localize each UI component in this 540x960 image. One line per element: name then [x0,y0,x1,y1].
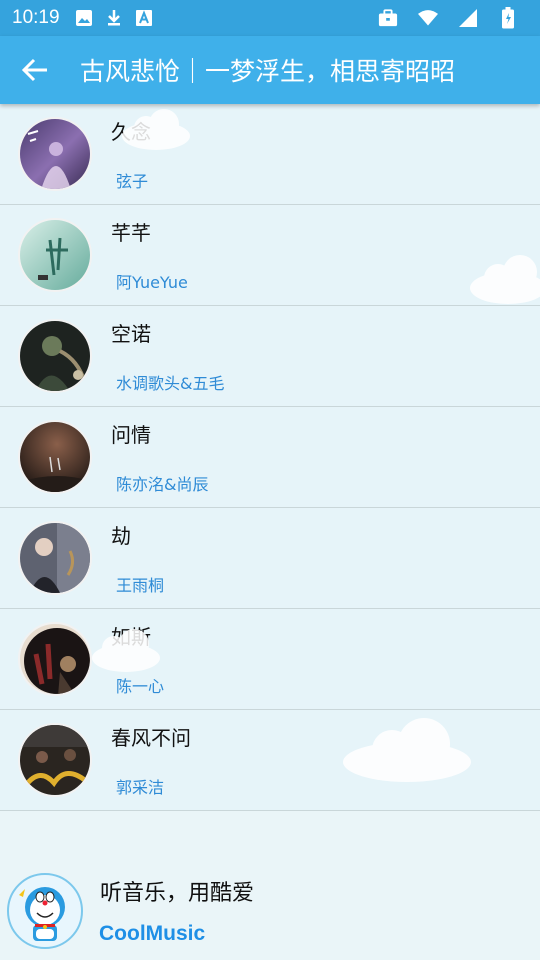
song-title: 如斯 [111,625,151,649]
signal-icon [458,8,478,28]
album-cover [18,117,92,191]
download-icon [104,8,124,28]
page-title: 古风悲怆｜一梦浮生，相思寄昭昭 [80,57,456,86]
footer-slogan: 听音乐，用酷爱 [100,881,255,906]
song-list: 久念 弦子 芊芊 阿YueYue 空诺 水调歌头&五毛 问情 陈亦洺&尚辰 劫 … [0,104,540,811]
text-app-icon [134,8,154,28]
doraemon-logo-icon [7,873,83,949]
song-title: 劫 [111,524,131,548]
song-row-7[interactable]: 春风不问 郭采洁 [0,710,540,811]
brand-name: CoolMusic [99,922,206,945]
song-artist: 阿YueYue [116,273,188,292]
song-artist: 王雨桐 [116,576,165,595]
song-row-5[interactable]: 劫 王雨桐 [0,508,540,609]
album-cover [18,521,92,595]
song-artist: 郭采洁 [116,778,165,797]
arrow-left-icon [21,58,47,82]
song-row-4[interactable]: 问情 陈亦洺&尚辰 [0,407,540,508]
album-cover [18,622,92,696]
song-title: 久念 [111,120,151,144]
song-artist: 陈亦洺&尚辰 [116,475,209,494]
song-row-1[interactable]: 久念 弦子 [0,104,540,205]
album-cover [18,218,92,292]
album-cover [18,723,92,797]
song-row-6[interactable]: 如斯 陈一心 [0,609,540,710]
song-title: 问情 [111,423,151,447]
briefcase-icon [378,8,398,28]
song-title: 春风不问 [111,726,191,750]
song-title: 空诺 [111,322,151,346]
song-artist: 弦子 [116,172,149,191]
song-title: 芊芊 [111,221,151,245]
status-time: 10:19 [12,7,60,28]
footer: 听音乐，用酷爱 CoolMusic [0,811,540,960]
battery-icon [498,7,518,29]
status-bar: 10:19 [0,0,540,36]
wifi-icon [418,8,438,28]
song-row-2[interactable]: 芊芊 阿YueYue [0,205,540,306]
back-button[interactable] [6,36,64,104]
album-cover [18,319,92,393]
song-artist: 水调歌头&五毛 [116,374,225,393]
image-icon [74,8,94,28]
song-row-3[interactable]: 空诺 水调歌头&五毛 [0,306,540,407]
toolbar: 古风悲怆｜一梦浮生，相思寄昭昭 [0,36,540,104]
song-artist: 陈一心 [116,677,165,696]
album-cover [18,420,92,494]
